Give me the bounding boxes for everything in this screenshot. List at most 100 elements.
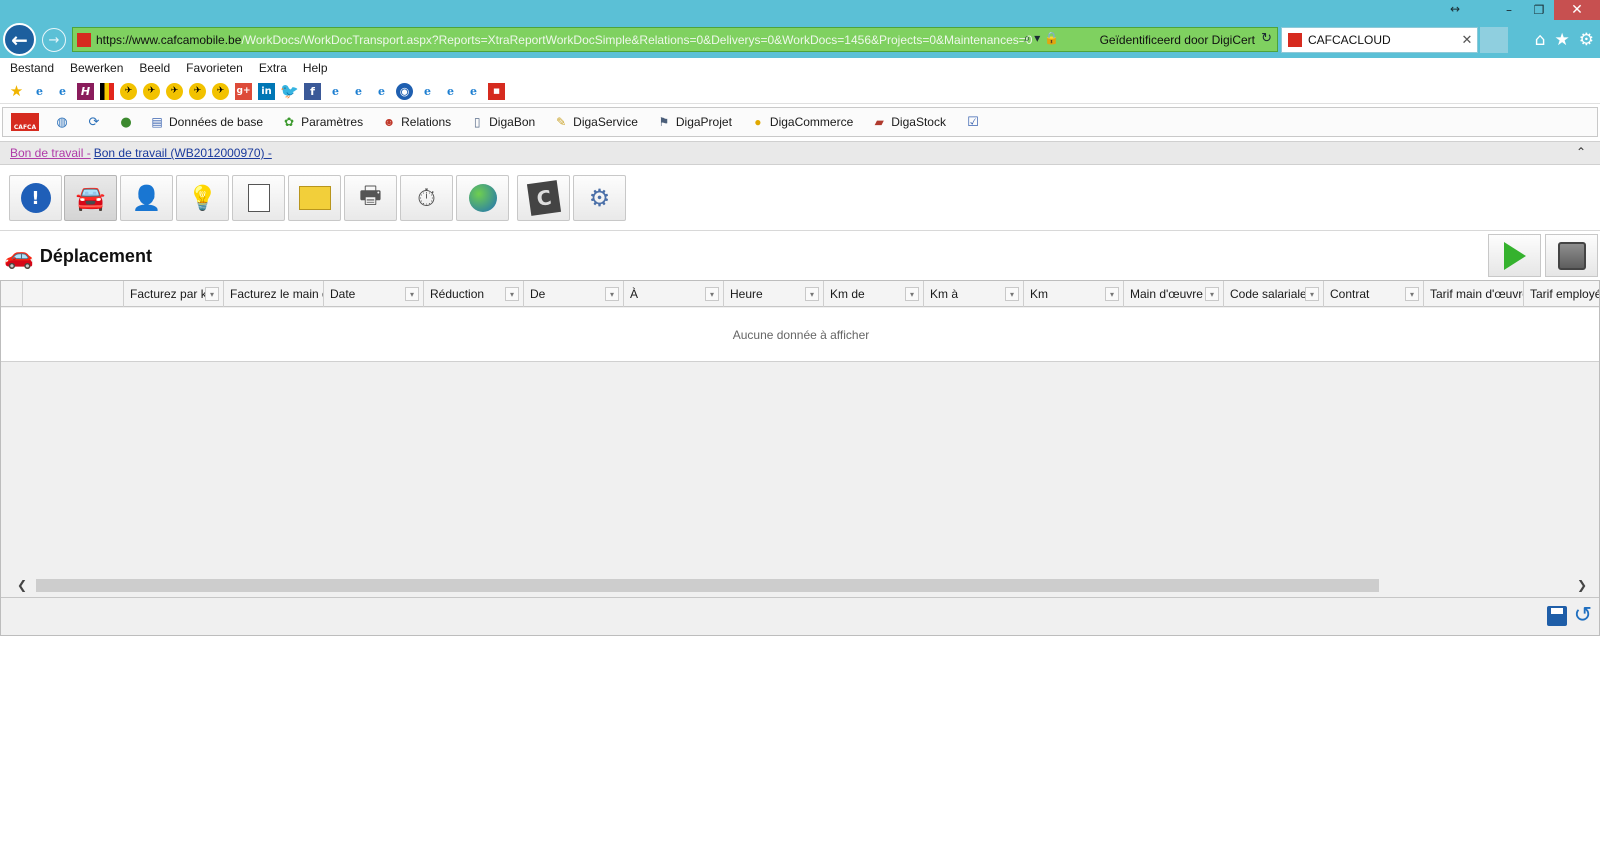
filter-dropdown-icon[interactable]: ▾ — [1305, 287, 1319, 301]
column-header-actions[interactable] — [23, 281, 124, 307]
ie-icon[interactable]: e — [350, 83, 367, 100]
undo-icon[interactable]: ↺ — [1574, 603, 1592, 628]
ie-icon[interactable]: e — [465, 83, 482, 100]
address-bar[interactable]: https://www.cafcamobile.be /WorkDocs/Wor… — [72, 27, 1278, 52]
column-header-tarif-employe[interactable]: Tarif employé — [1524, 281, 1599, 307]
cafca-icon[interactable]: ■ — [488, 82, 505, 100]
cafca-logo[interactable]: CAFCA — [11, 113, 39, 131]
menu-bewerken[interactable]: Bewerken — [70, 61, 123, 75]
forward-button[interactable]: → — [42, 28, 66, 52]
browser-tab[interactable]: CAFCACLOUD ✕ — [1281, 27, 1478, 53]
toolbar-item-digabon[interactable]: ▯ DigaBon — [469, 114, 535, 130]
filter-dropdown-icon[interactable]: ▾ — [205, 287, 219, 301]
taxi-icon[interactable]: ✈ — [166, 82, 183, 100]
toolbar-item-relations[interactable]: ☻ Relations — [381, 114, 451, 130]
toolbar-item-parametres[interactable]: ✿ Paramètres — [281, 114, 363, 130]
column-header-km[interactable]: Km ▾ — [1024, 281, 1124, 307]
back-button[interactable]: ← — [3, 23, 36, 56]
collapse-icon[interactable]: ⌃ — [1576, 145, 1586, 159]
filter-dropdown-icon[interactable]: ▾ — [1005, 287, 1019, 301]
linkedin-icon[interactable]: in — [258, 82, 275, 100]
scroll-right-icon[interactable]: ❯ — [1571, 577, 1593, 593]
column-header-de[interactable]: De ▾ — [524, 281, 624, 307]
ie-icon[interactable]: e — [327, 83, 344, 100]
ie-icon[interactable]: e — [373, 83, 390, 100]
filter-dropdown-icon[interactable]: ▾ — [605, 287, 619, 301]
column-header-contrat[interactable]: Contrat ▾ — [1324, 281, 1424, 307]
column-header-select[interactable] — [1, 281, 23, 307]
search-dropdown-icon[interactable]: ⌕ ▾ 🔒 — [1024, 31, 1059, 46]
home-icon[interactable]: ⌂ — [1535, 30, 1546, 50]
column-header-facturez-main-oeuvre[interactable]: Facturez le main d'œuvre — [224, 281, 324, 307]
info-button[interactable]: ! — [9, 175, 62, 221]
google-plus-icon[interactable]: g+ — [235, 82, 252, 100]
new-tab-button[interactable] — [1480, 27, 1508, 53]
print-button[interactable]: 🖶 — [344, 175, 397, 221]
scrollbar-thumb[interactable] — [36, 579, 1379, 592]
column-header-code-salariale[interactable]: Code salariale ▾ — [1224, 281, 1324, 307]
restore-button[interactable]: ❐ — [1524, 0, 1554, 20]
filter-dropdown-icon[interactable]: ▾ — [805, 287, 819, 301]
filter-dropdown-icon[interactable]: ▾ — [505, 287, 519, 301]
column-header-tarif-main-oeuvre[interactable]: Tarif main d'œuvre — [1424, 281, 1524, 307]
checklist-icon[interactable]: ☑ — [964, 113, 982, 131]
ie-icon[interactable]: e — [31, 83, 48, 100]
column-header-main-oeuvre[interactable]: Main d'œuvre ▾ — [1124, 281, 1224, 307]
menu-favorieten[interactable]: Favorieten — [186, 61, 243, 75]
certificate-text[interactable]: Geïdentificeerd door DigiCert — [1100, 33, 1255, 47]
column-header-km-a[interactable]: Km à ▾ — [924, 281, 1024, 307]
favorites-star-icon[interactable]: ★ — [8, 82, 25, 100]
resize-icon[interactable]: ↔ — [1450, 2, 1460, 16]
filter-dropdown-icon[interactable]: ▾ — [1405, 287, 1419, 301]
column-header-reduction[interactable]: Réduction ▾ — [424, 281, 524, 307]
taxi-icon[interactable]: ✈ — [143, 82, 160, 100]
horizontal-scrollbar[interactable]: ❮ ❯ — [1, 577, 1599, 593]
user-icon[interactable]: ● — [117, 113, 135, 131]
energy-button[interactable]: 💡 — [176, 175, 229, 221]
breadcrumb-link-current-work-order[interactable]: Bon de travail (WB2012000970) - — [94, 146, 272, 160]
menu-help[interactable]: Help — [303, 61, 328, 75]
filter-dropdown-icon[interactable]: ▾ — [705, 287, 719, 301]
employee-button[interactable]: 👤 — [120, 175, 173, 221]
document-button[interactable] — [232, 175, 285, 221]
twitter-icon[interactable]: 🐦 — [280, 82, 299, 100]
toolbar-item-digaprojet[interactable]: ⚑ DigaProjet — [656, 114, 731, 130]
stop-button[interactable] — [1545, 234, 1598, 277]
facebook-icon[interactable]: f — [304, 82, 321, 100]
toolbar-item-digacommerce[interactable]: ● DigaCommerce — [750, 114, 853, 130]
sync-icon[interactable]: ⟳ — [85, 113, 103, 131]
toolbar-item-digaservice[interactable]: ✎ DigaService — [553, 114, 638, 130]
settings-document-button[interactable]: ⚙ — [573, 175, 626, 221]
scroll-left-icon[interactable]: ❮ — [11, 577, 33, 593]
transport-button[interactable]: 🚘 — [64, 175, 117, 221]
menu-beeld[interactable]: Beeld — [139, 61, 170, 75]
refresh-icon[interactable]: ↻ — [1261, 31, 1272, 46]
taxi-icon[interactable]: ✈ — [120, 82, 137, 100]
close-window-button[interactable]: ✕ — [1554, 0, 1600, 20]
globe-icon[interactable]: ◉ — [396, 82, 413, 100]
history-button[interactable]: ⏱ — [400, 175, 453, 221]
folder-button[interactable] — [288, 175, 341, 221]
column-header-facturez-par-km[interactable]: Facturez par km ▾ — [124, 281, 224, 307]
filter-dropdown-icon[interactable]: ▾ — [1205, 287, 1219, 301]
column-header-date[interactable]: Date ▾ — [324, 281, 424, 307]
ie-icon[interactable]: e — [419, 83, 436, 100]
menu-extra[interactable]: Extra — [259, 61, 287, 75]
cafca-button[interactable]: C — [517, 175, 570, 221]
minimize-button[interactable]: – — [1494, 0, 1524, 20]
belgian-flag-icon[interactable] — [100, 82, 114, 100]
filter-dropdown-icon[interactable]: ▾ — [905, 287, 919, 301]
column-header-heure[interactable]: Heure ▾ — [724, 281, 824, 307]
start-button[interactable] — [1488, 234, 1541, 277]
favorites-icon[interactable]: ★ — [1555, 30, 1570, 50]
column-header-km-de[interactable]: Km de ▾ — [824, 281, 924, 307]
breadcrumb-link-work-orders[interactable]: Bon de travail - — [10, 146, 91, 160]
taxi-icon[interactable]: ✈ — [189, 82, 206, 100]
column-header-a[interactable]: À ▾ — [624, 281, 724, 307]
h-icon[interactable]: H — [77, 82, 94, 100]
menu-bestand[interactable]: Bestand — [10, 61, 54, 75]
web-button[interactable] — [456, 175, 509, 221]
filter-dropdown-icon[interactable]: ▾ — [405, 287, 419, 301]
globe-settings-icon[interactable]: ◍ — [53, 113, 71, 131]
save-icon[interactable] — [1547, 606, 1567, 626]
